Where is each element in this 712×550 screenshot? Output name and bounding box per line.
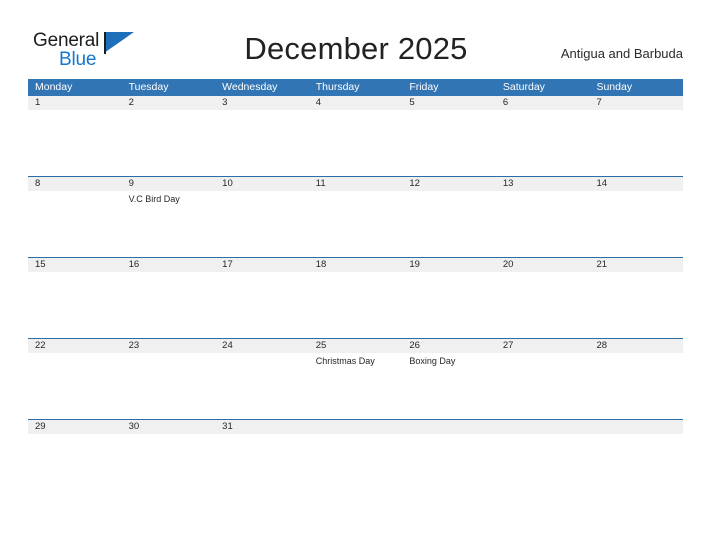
day-event xyxy=(28,353,122,419)
day-event xyxy=(589,110,683,176)
day-event xyxy=(309,272,403,338)
day-number[interactable]: 5 xyxy=(402,96,496,110)
day-number xyxy=(496,420,590,434)
day-number[interactable]: 1 xyxy=(28,96,122,110)
day-number[interactable]: 20 xyxy=(496,258,590,272)
day-event: Christmas Day xyxy=(315,356,375,366)
day-event xyxy=(496,353,590,419)
day-number[interactable]: 19 xyxy=(402,258,496,272)
day-number xyxy=(309,420,403,434)
week-event-band xyxy=(28,110,683,176)
day-event xyxy=(402,110,496,176)
calendar-page: General Blue December 2025 Antigua and B… xyxy=(0,0,712,550)
week-row: 29 30 31 xyxy=(28,419,683,448)
day-number[interactable]: 29 xyxy=(28,420,122,434)
day-event xyxy=(28,272,122,338)
day-event xyxy=(215,434,309,448)
week-event-band: V.C Bird Day xyxy=(28,191,683,257)
day-number[interactable]: 4 xyxy=(309,96,403,110)
day-number xyxy=(589,420,683,434)
day-number[interactable]: 22 xyxy=(28,339,122,353)
day-event xyxy=(28,434,122,448)
day-number[interactable]: 12 xyxy=(402,177,496,191)
day-event: V.C Bird Day xyxy=(128,194,180,204)
day-number[interactable]: 3 xyxy=(215,96,309,110)
day-event xyxy=(122,353,216,419)
day-number[interactable]: 18 xyxy=(309,258,403,272)
day-number[interactable]: 30 xyxy=(122,420,216,434)
week-event-band xyxy=(28,434,683,448)
day-number[interactable]: 27 xyxy=(496,339,590,353)
day-event xyxy=(215,272,309,338)
day-event xyxy=(28,191,122,257)
day-number xyxy=(402,420,496,434)
week-row: 15 16 17 18 19 20 21 xyxy=(28,257,683,338)
weekday-header-monday: Monday xyxy=(35,81,73,93)
day-event xyxy=(496,434,590,448)
day-event xyxy=(496,272,590,338)
week-date-band: 15 16 17 18 19 20 21 xyxy=(28,258,683,272)
day-event xyxy=(309,434,403,448)
day-number[interactable]: 2 xyxy=(122,96,216,110)
day-number[interactable]: 10 xyxy=(215,177,309,191)
week-event-band xyxy=(28,272,683,338)
weekday-header-sunday: Sunday xyxy=(596,81,633,93)
day-number[interactable]: 16 xyxy=(122,258,216,272)
day-number[interactable]: 13 xyxy=(496,177,590,191)
weekday-header-row: Monday Tuesday Wednesday Thursday Friday… xyxy=(28,79,683,96)
country-label: Antigua and Barbuda xyxy=(560,46,683,61)
day-number[interactable]: 17 xyxy=(215,258,309,272)
day-event xyxy=(402,434,496,448)
day-number[interactable]: 9 xyxy=(122,177,216,191)
day-event xyxy=(496,191,590,257)
day-number[interactable]: 8 xyxy=(28,177,122,191)
week-date-band: 8 9 10 11 12 13 14 xyxy=(28,177,683,191)
day-number[interactable]: 14 xyxy=(589,177,683,191)
day-number[interactable]: 15 xyxy=(28,258,122,272)
day-event xyxy=(589,353,683,419)
day-event xyxy=(215,110,309,176)
day-number[interactable]: 6 xyxy=(496,96,590,110)
weekday-header-friday: Friday xyxy=(409,81,439,93)
day-event xyxy=(28,110,122,176)
day-number[interactable]: 31 xyxy=(215,420,309,434)
day-event xyxy=(402,191,496,257)
weekday-header-tuesday: Tuesday xyxy=(128,81,169,93)
day-event xyxy=(589,191,683,257)
weekday-header-wednesday: Wednesday xyxy=(222,81,278,93)
day-event xyxy=(402,272,496,338)
day-number[interactable]: 11 xyxy=(309,177,403,191)
week-date-band: 22 23 24 25 26 27 28 xyxy=(28,339,683,353)
week-event-band: Christmas Day Boxing Day xyxy=(28,353,683,419)
page-header: General Blue December 2025 Antigua and B… xyxy=(0,0,712,76)
day-event xyxy=(215,191,309,257)
day-number[interactable]: 7 xyxy=(589,96,683,110)
day-event: Boxing Day xyxy=(409,356,456,366)
day-number[interactable]: 24 xyxy=(215,339,309,353)
day-event xyxy=(122,434,216,448)
week-row: 1 2 3 4 5 6 7 xyxy=(28,96,683,176)
week-row: 22 23 24 25 26 27 28 Christmas Day Boxin… xyxy=(28,338,683,419)
day-number[interactable]: 28 xyxy=(589,339,683,353)
weekday-header-saturday: Saturday xyxy=(502,81,545,93)
day-event xyxy=(215,353,309,419)
week-date-band: 29 30 31 xyxy=(28,420,683,434)
day-event xyxy=(309,191,403,257)
day-event xyxy=(496,110,590,176)
day-number[interactable]: 26 xyxy=(402,339,496,353)
day-number[interactable]: 21 xyxy=(589,258,683,272)
day-event xyxy=(589,272,683,338)
day-event xyxy=(122,110,216,176)
day-event xyxy=(309,110,403,176)
day-number[interactable]: 25 xyxy=(309,339,403,353)
month-calendar: Monday Tuesday Wednesday Thursday Friday… xyxy=(28,79,683,448)
day-event xyxy=(122,272,216,338)
day-number[interactable]: 23 xyxy=(122,339,216,353)
day-event xyxy=(589,434,683,448)
week-date-band: 1 2 3 4 5 6 7 xyxy=(28,96,683,110)
weekday-header-thursday: Thursday xyxy=(315,81,360,93)
week-row: 8 9 10 11 12 13 14 V.C Bird Day xyxy=(28,176,683,257)
